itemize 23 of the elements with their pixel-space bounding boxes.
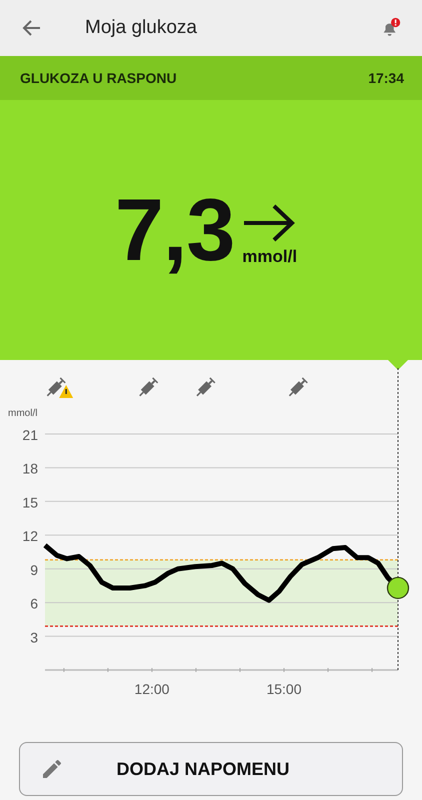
y-tick-label: 21	[22, 427, 38, 443]
trend-arrow-icon	[242, 203, 296, 243]
syringe-icon[interactable]	[288, 377, 308, 396]
syringe-icon[interactable]	[196, 377, 216, 396]
current-reading-dot	[386, 576, 410, 600]
status-label: GLUKOZA U RASPONU	[20, 70, 177, 86]
y-tick-label: 6	[30, 596, 38, 612]
glucose-unit: mmol/l	[242, 247, 298, 267]
y-tick-label: 18	[22, 460, 38, 477]
axis-unit-label: mmol/l	[8, 408, 38, 419]
syringe-warning-icon[interactable]	[46, 377, 74, 398]
syringe-icon[interactable]	[139, 377, 158, 396]
y-tick-label: 15	[22, 494, 38, 510]
x-tick-label: 15:00	[266, 681, 302, 697]
screen-title: Moja glukoza	[85, 17, 198, 39]
pencil-icon	[40, 757, 64, 781]
y-tick-label: 12	[22, 528, 38, 544]
status-time: 17:34	[368, 70, 404, 86]
glucose-value: 7,3	[114, 179, 234, 281]
add-note-button[interactable]: DODAJ NAPOMENU	[19, 742, 403, 796]
x-tick-label: 12:00	[134, 681, 170, 697]
y-tick-label: 3	[30, 629, 38, 646]
y-tick-label: 9	[30, 562, 38, 578]
